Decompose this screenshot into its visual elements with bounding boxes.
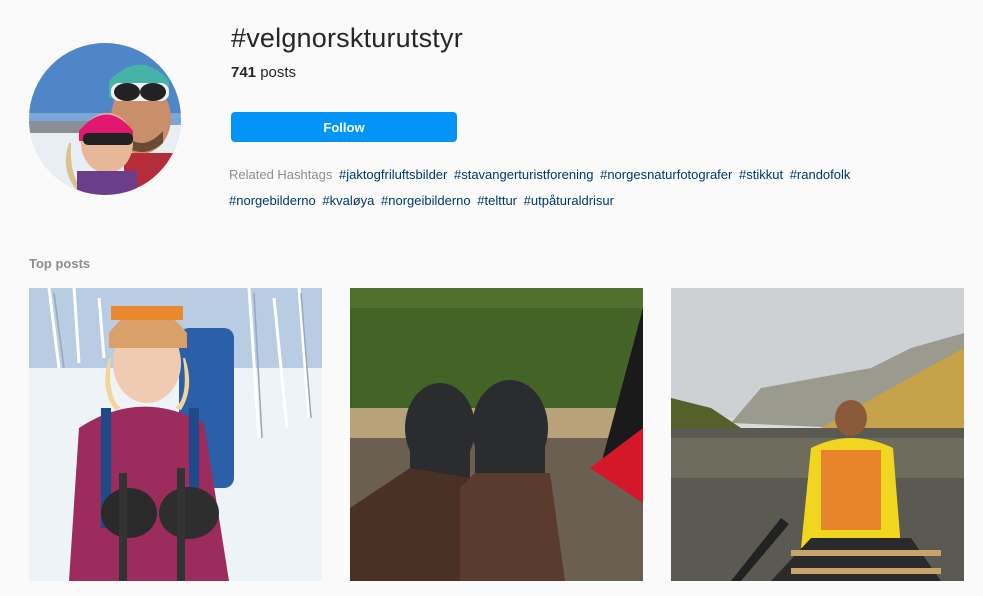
top-posts-heading: Top posts [29,256,91,271]
top-post-thumbnail[interactable] [671,288,964,581]
related-hashtag-link[interactable]: #utpåturaldrisur [524,193,614,208]
post-image [671,288,964,581]
related-hashtag-link[interactable]: #norgeibilderno [381,193,471,208]
post-count: 741 posts [231,64,296,81]
related-hashtag-link[interactable]: #stavangerturistforening [454,167,593,182]
follow-button[interactable]: Follow [231,112,457,142]
post-count-number: 741 [231,64,257,81]
related-hashtag-link[interactable]: #stikkut [739,167,783,182]
hashtag-avatar [29,43,181,195]
related-hashtag-link[interactable]: #kvaløya [322,193,374,208]
related-hashtag-link[interactable]: #norgesnaturfotografer [600,167,732,182]
hashtag-title: #velgnorskturutstyr [231,23,463,53]
post-image [350,288,643,581]
post-count-suffix: posts [256,64,297,81]
related-hashtag-link[interactable]: #norgebilderno [229,193,316,208]
related-hashtag-link[interactable]: #telttur [477,193,517,208]
top-post-thumbnail[interactable] [29,288,322,581]
related-hashtag-link[interactable]: #randofolk [790,167,851,182]
related-hashtag-link[interactable]: #jaktogfriluftsbilder [339,167,447,182]
related-hashtags: Related Hashtags #jaktogfriluftsbilder #… [229,162,929,214]
post-image [29,288,322,581]
top-post-thumbnail[interactable] [350,288,643,581]
related-hashtags-label: Related Hashtags [229,167,333,182]
